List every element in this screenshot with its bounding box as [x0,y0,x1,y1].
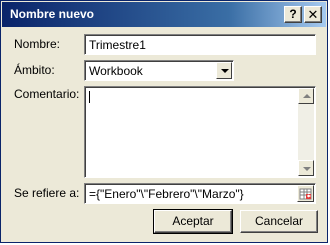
name-input[interactable]: Trimestre1 [84,34,316,55]
name-input-value: Trimestre1 [89,38,146,52]
comment-textarea[interactable] [84,86,316,178]
name-label: Nombre: [14,37,61,51]
ok-button[interactable]: Aceptar [153,209,233,234]
arrow-down-icon [303,167,311,171]
scope-dropdown-button[interactable] [216,62,232,79]
close-button[interactable]: ✕ [304,6,322,23]
scope-select[interactable]: Workbook [84,60,234,81]
scope-select-value: Workbook [89,64,143,78]
chevron-down-icon [221,69,229,73]
arrow-up-icon [303,94,311,98]
refers-to-input-value: ={"Enero"\"Febrero"\"Marzo"} [89,187,244,201]
comment-label: Comentario: [14,87,80,101]
refers-to-label: Se refiere a: [14,186,80,200]
scroll-up-button[interactable] [298,88,314,104]
scroll-down-button[interactable] [298,160,314,176]
comment-scrollbar[interactable] [298,88,314,176]
title-bar[interactable]: Nombre nuevo ? ✕ [2,2,326,27]
collapse-dialog-icon [299,188,312,200]
dialog-title: Nombre nuevo [10,7,95,21]
new-name-dialog: Nombre nuevo ? ✕ Nombre: Trimestre1 Ámbi… [0,0,328,243]
scope-label: Ámbito: [14,63,55,77]
refers-to-input[interactable]: ={"Enero"\"Febrero"\"Marzo"} [84,183,316,204]
collapse-dialog-button[interactable] [297,185,314,202]
cancel-button[interactable]: Cancelar [240,210,318,233]
help-button[interactable]: ? [284,6,302,23]
text-caret [89,91,90,103]
